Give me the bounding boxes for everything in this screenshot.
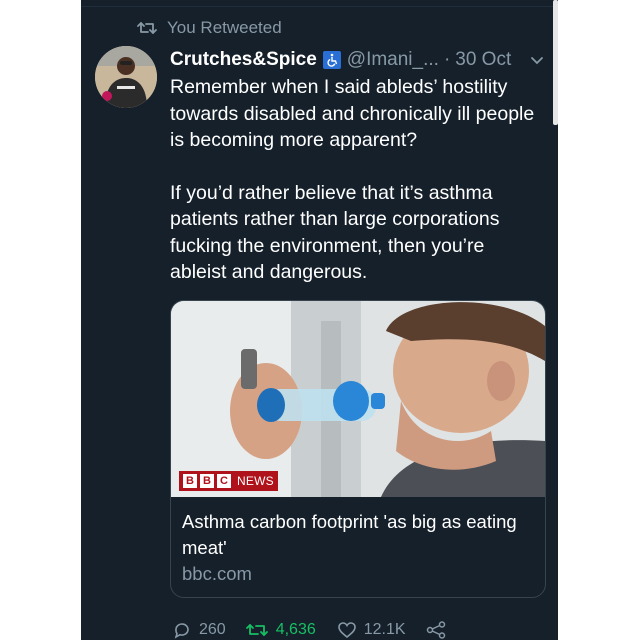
retweet-count: 4,636 [275, 621, 316, 638]
retweet-button[interactable]: 4,636 [245, 621, 316, 639]
retweet-label: You Retweeted [167, 18, 282, 37]
bbc-news-label: NEWS [237, 474, 274, 488]
tweet-date[interactable]: 30 Oct [455, 49, 511, 71]
retweet-icon [137, 20, 157, 36]
tweet-screen: You Retweeted Crutches&Spice @Imani_... … [81, 0, 558, 640]
like-icon [337, 622, 356, 638]
tweet-text: Remember when I said ableds’ hostility t… [170, 74, 540, 286]
card-title[interactable]: Asthma carbon footprint 'as big as eatin… [182, 509, 522, 561]
bbc-news-logo: B B C NEWS [179, 471, 278, 491]
reply-count: 260 [199, 621, 226, 638]
tweet-actions: 260 4,636 12.1K [173, 618, 446, 640]
scrollbar-thumb[interactable] [553, 0, 558, 125]
avatar[interactable] [95, 46, 157, 108]
share-icon [426, 621, 445, 639]
accessibility-badge-icon [322, 51, 341, 69]
tweet-header: Crutches&Spice @Imani_... · 30 Oct [170, 47, 550, 73]
bbc-letter: B [183, 474, 197, 488]
like-count: 12.1K [363, 621, 406, 638]
date-separator: · [443, 49, 451, 70]
chevron-down-icon[interactable] [530, 49, 544, 71]
tweet-paragraph: If you’d rather believe that it’s asthma… [170, 181, 500, 284]
display-name[interactable]: Crutches&Spice [170, 49, 317, 71]
like-button[interactable]: 12.1K [337, 621, 406, 639]
handle[interactable]: @Imani_... [347, 49, 439, 71]
link-card[interactable]: B B C NEWS Asthma carbon footprint 'as b… [170, 300, 546, 598]
divider [81, 6, 558, 7]
retweet-icon [245, 624, 268, 636]
reply-icon [174, 623, 189, 639]
reply-button[interactable]: 260 [173, 621, 226, 639]
bbc-letter: B [200, 474, 214, 488]
tweet-paragraph: Remember when I said ableds’ hostility t… [170, 76, 535, 151]
share-button[interactable] [426, 621, 446, 639]
card-domain: bbc.com [182, 563, 252, 584]
retweet-indicator: You Retweeted [137, 17, 282, 39]
card-image [171, 301, 545, 497]
bbc-letter: C [217, 474, 231, 488]
